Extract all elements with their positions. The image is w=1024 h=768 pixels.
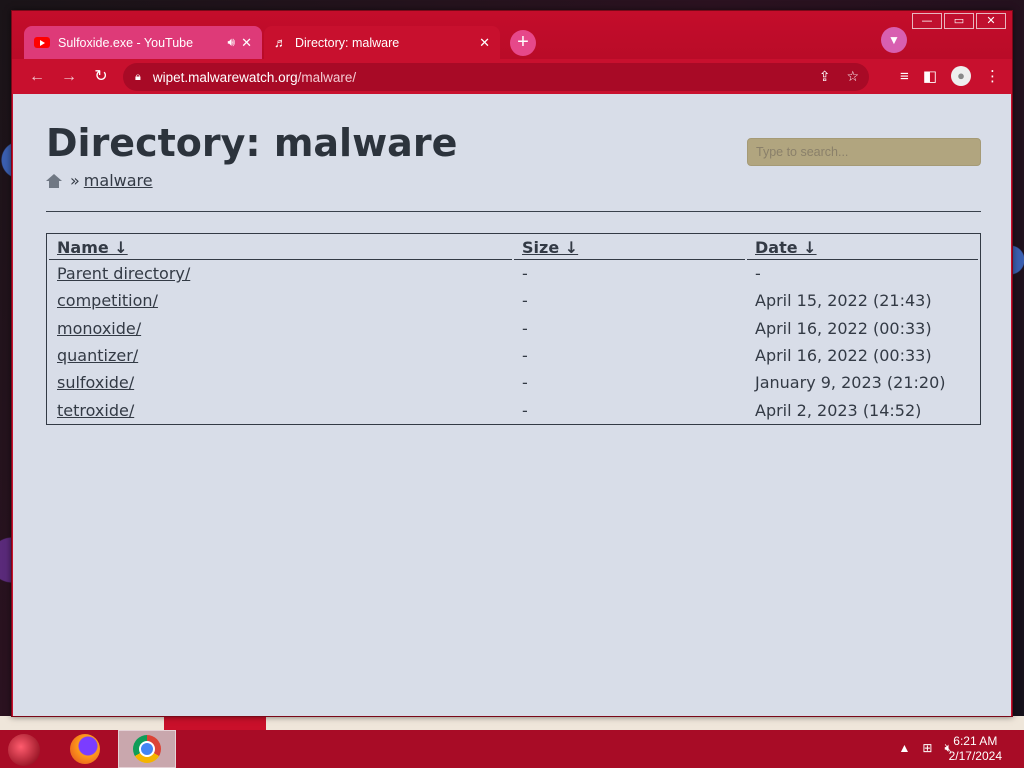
arrow-right-icon: → [61,68,77,85]
column-header-date: Date ↓ [747,234,978,260]
minimize-button[interactable]: — [912,13,942,29]
table-row: monoxide/ - April 16, 2022 (00:33) [49,315,978,342]
page-viewport: Directory: malware » malware Name ↓ Size… [13,94,1011,716]
directory-link[interactable]: tetroxide/ [57,401,134,420]
tab-strip: Sulfoxide.exe - YouTube 🔊︎ ✕ ♬ Directory… [12,11,1012,59]
size-cell: - [522,346,528,366]
directory-link[interactable]: monoxide/ [57,319,141,338]
profile-avatar-icon[interactable]: ● [951,66,971,86]
tab-directory[interactable]: ♬ Directory: malware ✕ [264,26,500,59]
size-cell: - [522,373,528,393]
breadcrumb-separator: » [70,171,80,190]
home-icon[interactable] [46,173,62,188]
toolbar-icons: ≡ ◧ ● ⋮ [900,66,1000,86]
sort-by-date-link[interactable]: Date ↓ [755,238,817,257]
date-cell: April 15, 2022 (21:43) [755,291,932,311]
table-row: sulfoxide/ - January 9, 2023 (21:20) [49,369,978,396]
arrow-left-icon: ← [29,68,45,85]
new-tab-button[interactable]: + [510,30,536,56]
directory-link[interactable]: quantizer/ [57,346,138,365]
sort-by-size-link[interactable]: Size ↓ [522,238,578,257]
tab-youtube[interactable]: Sulfoxide.exe - YouTube 🔊︎ ✕ [24,26,262,59]
reload-button[interactable]: ↻ [89,65,113,89]
speaker-icon[interactable]: 🔊︎ [228,35,236,50]
forward-button[interactable]: → [57,65,81,89]
date-cell: April 2, 2023 (14:52) [755,400,922,420]
url-path: /malware/ [297,69,357,85]
clock-date: 2/17/2024 [948,749,1002,763]
music-note-icon: ♬ [274,35,287,50]
youtube-icon [34,37,50,48]
share-icon[interactable]: ⇪ [819,68,831,85]
breadcrumb: » malware [46,171,153,190]
close-window-button[interactable]: ✕ [976,13,1006,29]
date-cell: April 16, 2022 (00:33) [755,318,932,338]
back-button[interactable]: ← [25,65,49,89]
taskbar-chrome[interactable] [118,730,176,768]
side-panel-icon[interactable]: ◧ [923,67,937,85]
taskbar-firefox[interactable] [56,730,114,768]
page-title: Directory: malware [46,121,458,165]
chevron-down-icon: ▼ [888,33,900,47]
date-cell: January 9, 2023 (21:20) [755,373,946,393]
table-row: competition/ - April 15, 2022 (21:43) [49,287,978,314]
directory-link[interactable]: competition/ [57,291,158,310]
window-controls: — ▭ ✕ [912,13,1006,29]
lock-icon[interactable]: 🔒︎ [135,71,141,84]
chrome-icon [133,735,161,763]
close-tab-icon[interactable]: ✕ [241,35,252,51]
close-tab-icon[interactable]: ✕ [479,35,490,51]
size-cell: - [522,264,528,284]
system-tray: ▲ ⊞ 🔇︎ [898,741,952,756]
network-icon[interactable]: ⊞ [922,741,932,756]
media-control-icon[interactable]: ≡ [900,68,909,85]
wallpaper-strip [0,716,1024,730]
maximize-button[interactable]: ▭ [944,13,974,29]
omnibox-actions: ⇪ ☆ [819,68,859,85]
bookmark-star-icon[interactable]: ☆ [846,68,859,85]
show-hidden-icons-icon[interactable]: ▲ [898,741,910,756]
search-input[interactable] [747,138,981,166]
divider [46,211,981,212]
size-cell: - [522,318,528,338]
reload-icon: ↻ [94,68,108,85]
firefox-icon [70,734,100,764]
start-button[interactable] [8,734,40,766]
date-cell: April 16, 2022 (00:33) [755,346,932,366]
table-header-row: Name ↓ Size ↓ Date ↓ [49,234,978,260]
directory-listing: Name ↓ Size ↓ Date ↓ Parent directory/ -… [46,233,981,425]
clock[interactable]: 6:21 AM 2/17/2024 [949,734,1002,764]
size-cell: - [522,291,528,311]
column-header-size: Size ↓ [514,234,745,260]
directory-link[interactable]: sulfoxide/ [57,373,134,392]
directory-link[interactable]: Parent directory/ [57,264,190,283]
url-domain: wipet.malwarewatch.org [152,69,298,85]
table-row: tetroxide/ - April 2, 2023 (14:52) [49,396,978,423]
directory-table: Name ↓ Size ↓ Date ↓ Parent directory/ -… [47,234,980,424]
breadcrumb-link-malware[interactable]: malware [84,171,153,190]
tab-title: Directory: malware [295,35,400,50]
table-row: quantizer/ - April 16, 2022 (00:33) [49,342,978,369]
tab-search-button[interactable]: ▼ [881,27,907,53]
taskbar: ▲ ⊞ 🔇︎ 6:21 AM 2/17/2024 [0,730,1024,768]
browser-window: Sulfoxide.exe - YouTube 🔊︎ ✕ ♬ Directory… [11,10,1013,717]
address-bar[interactable]: 🔒︎ wipet.malwarewatch.org/malware/ ⇪ ☆ [123,63,869,91]
tab-title: Sulfoxide.exe - YouTube [58,35,194,50]
clock-time: 6:21 AM [953,734,998,748]
date-cell: - [755,264,761,284]
sort-by-name-link[interactable]: Name ↓ [57,238,128,257]
size-cell: - [522,400,528,420]
table-row: Parent directory/ - - [49,260,978,287]
column-header-name: Name ↓ [49,234,512,260]
menu-kebab-icon[interactable]: ⋮ [985,67,1000,85]
browser-toolbar: ← → ↻ 🔒︎ wipet.malwarewatch.org/malware/… [12,59,1012,94]
